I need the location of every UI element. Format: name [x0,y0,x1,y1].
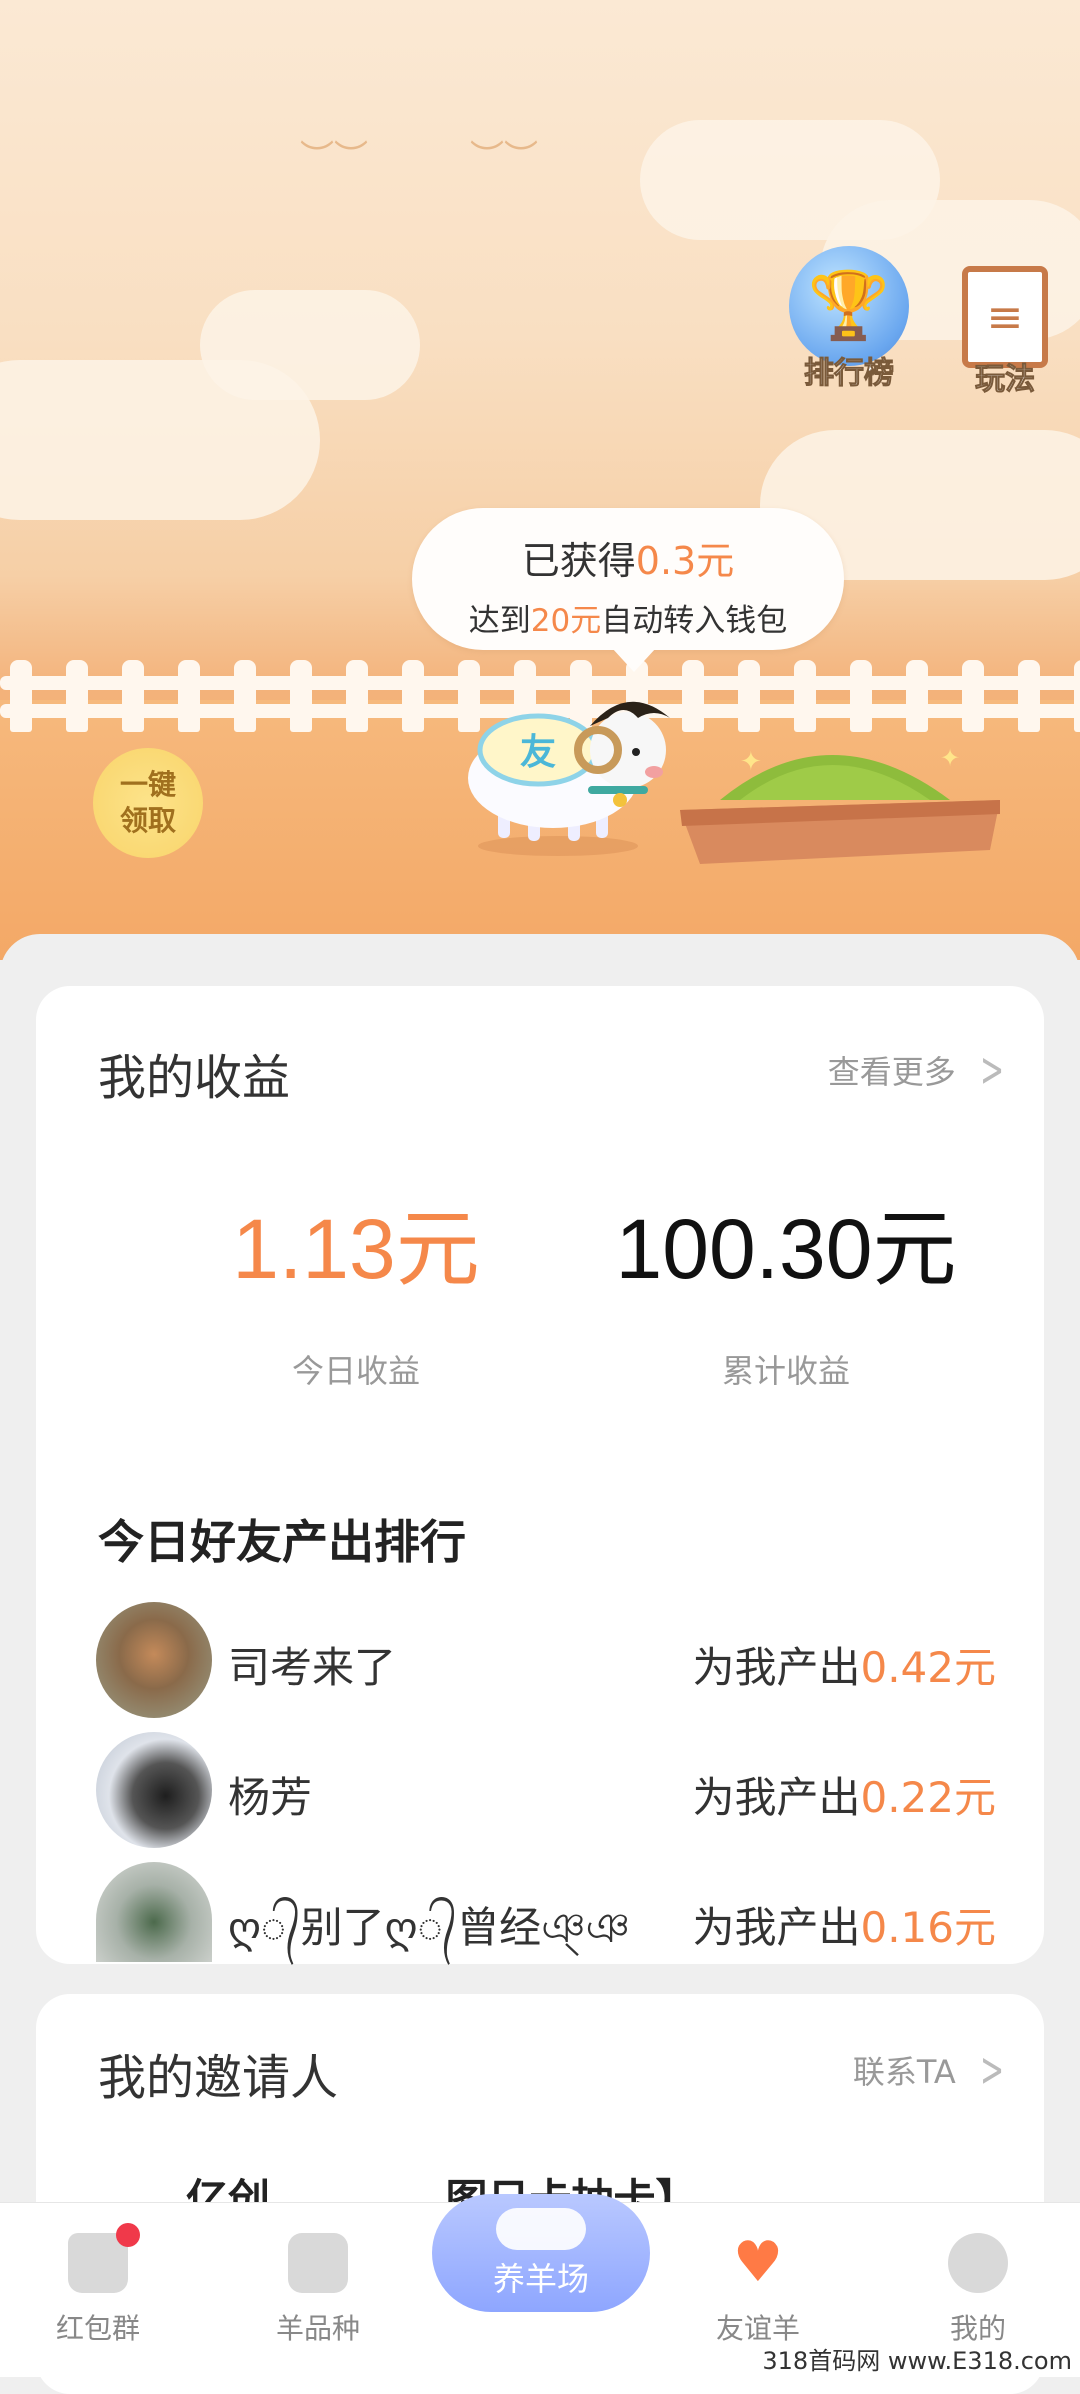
view-more-label: 查看更多 [827,1053,956,1091]
farm-scene: ︶︶ ︶︶ 🏆 排行榜 ≡ 玩法 已获得0.3元 达到20元自动转入钱包 一键 … [0,0,1080,960]
fence-post [1018,660,1040,732]
tab-friendship-sheep[interactable]: ♥ 友谊羊 [688,2233,828,2347]
earning-amount: 0.22元 [860,1773,996,1822]
earning-prefix: 为我产出 [692,1903,861,1952]
sheep-farm-icon [496,2208,586,2250]
friend-ranking-title: 今日好友产出排行 [98,1515,466,1569]
friend-name: 杨芳 [228,1773,313,1822]
fence-post [290,660,312,732]
notification-dot [116,2223,140,2247]
today-earnings-value: 1.13元 [232,1202,480,1296]
chevron-right-icon: > [979,2042,1004,2098]
fence-post [122,660,144,732]
friend-name: ღ᭄别了ღ᭄曾经ঞ্ঞ [228,1903,630,1952]
total-earnings-value: 100.30元 [615,1202,957,1296]
svg-text:✦: ✦ [740,747,762,777]
heart-icon: ♥ [732,2230,784,2295]
ranking-label: 排行榜 [804,356,895,392]
fence-post [178,660,200,732]
svg-text:✦: ✦ [940,744,960,772]
fence-post [234,660,256,732]
grass-trough[interactable]: ✦ ✦ [680,730,1000,870]
reach-amount: 20元 [530,603,602,639]
tab-sheep-farm[interactable]: 养羊场 [432,2194,650,2312]
bird-icon: ︶︶ [300,138,368,178]
content-panel: 我的收益 查看更多 > 1.13元 100.30元 今日收益 累计收益 今日好友… [0,934,1080,2394]
friend-earning: 为我产出0.16元 [692,1894,996,1955]
tab-sheep-breeds[interactable]: 羊品种 [248,2233,388,2347]
tab-red-packet-group[interactable]: 红包群 [28,2223,168,2347]
avatar [96,1732,212,1848]
collect-line2: 领取 [119,804,176,837]
earnings-title: 我的收益 [98,1050,291,1106]
rules-button[interactable]: ≡ 玩法 [950,266,1060,398]
contact-link[interactable]: 联系TA > [853,2042,1012,2098]
friend-earning: 为我产出0.22元 [692,1764,996,1825]
rules-label: 玩法 [975,362,1036,398]
avatar [96,1862,212,1962]
fence-post [738,660,760,732]
watermark: 318首码网 www.E318.com [762,2347,1072,2375]
reach-prefix: 达到 [468,603,531,639]
red-packet-icon [68,2223,140,2293]
reach-suffix: 自动转入钱包 [601,603,788,639]
cloud [200,290,420,400]
collect-all-button[interactable]: 一键 领取 [93,748,203,858]
tab-label: 红包群 [55,2312,140,2345]
earning-prefix: 为我产出 [692,1643,861,1692]
fence-post [850,660,872,732]
sheep-badge: 友 [520,732,556,773]
fence-post [906,660,928,732]
inviter-title: 我的邀请人 [98,2050,339,2106]
total-earnings-label: 累计收益 [721,1352,850,1390]
earned-bubble: 已获得0.3元 达到20元自动转入钱包 [412,508,844,672]
collect-line1: 一键 [119,768,176,801]
friend-name: 司考来了 [228,1643,397,1692]
fence-post [1074,660,1080,732]
earning-prefix: 为我产出 [692,1773,861,1822]
earnings-card: 我的收益 查看更多 > 1.13元 100.30元 今日收益 累计收益 今日好友… [36,986,1044,1964]
friend-earning: 为我产出0.42元 [692,1634,996,1695]
view-more-link[interactable]: 查看更多 > [828,1042,1012,1098]
fence-post [10,660,32,732]
today-earnings-label: 今日收益 [291,1352,420,1390]
fence-post [346,660,368,732]
earned-amount: 0.3元 [635,539,735,583]
breed-list-icon [288,2233,348,2293]
friend-row[interactable]: 杨芳 为我产出0.22元 [96,1732,996,1848]
fence-post [402,660,424,732]
friend-row[interactable]: ღ᭄别了ღ᭄曾经ঞ্ঞ 为我产出0.16元 [96,1862,996,1962]
earned-prefix: 已获得 [521,539,636,583]
earning-amount: 0.42元 [860,1643,996,1692]
friend-row[interactable]: 司考来了 为我产出0.42元 [96,1602,996,1718]
tab-label: 羊品种 [275,2312,360,2345]
contact-label: 联系TA [852,2053,956,2091]
tab-me[interactable]: 我的 [908,2233,1048,2347]
fence-post [962,660,984,732]
fence-post [794,660,816,732]
chevron-right-icon: > [979,1042,1004,1098]
bird-icon: ︶︶ [470,138,538,178]
profile-icon [948,2233,1008,2293]
earning-amount: 0.16元 [860,1903,996,1952]
tab-label: 养羊场 [492,2260,589,2298]
avatar [96,1602,212,1718]
fence-post [66,660,88,732]
book-icon: ≡ [962,266,1048,368]
ranking-button[interactable]: 🏆 排行榜 [784,246,914,392]
sheep-character[interactable]: 友 [458,688,688,858]
